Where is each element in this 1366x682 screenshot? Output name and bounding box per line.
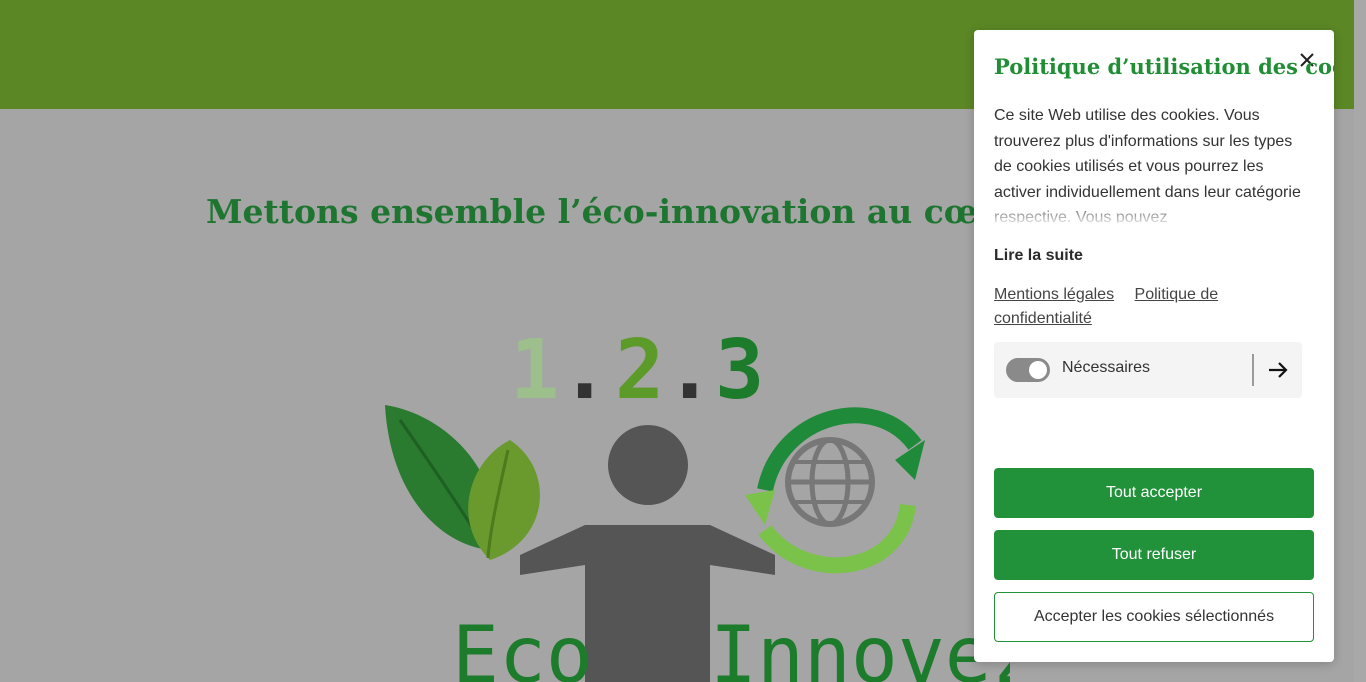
logo-digit-3: 3 — [715, 323, 764, 418]
toggle-knob — [1029, 361, 1047, 379]
logo-dot-2: . — [665, 323, 714, 418]
cookie-modal-title: Politique d’utilisation des cookies — [994, 54, 1334, 79]
accept-all-button[interactable]: Tout accepter — [994, 468, 1314, 518]
eco-innovez-logo: 1 . 2 . 3 Eco Innovez — [385, 323, 1010, 682]
category-divider — [1252, 354, 1254, 386]
legal-links: Mentions légales Politique de confidenti… — [994, 283, 1294, 331]
page-headline: Mettons ensemble l’éco-innovation au cœu… — [206, 192, 976, 231]
cookie-category-necessary: Nécessaires — [994, 342, 1302, 398]
necessary-toggle[interactable] — [1006, 358, 1050, 382]
cookie-consent-modal: Politique d’utilisation des cookies Ce s… — [974, 30, 1334, 662]
read-more-link[interactable]: Lire la suite — [994, 247, 1083, 265]
logo-word-innovez: Innovez — [710, 611, 1010, 682]
arrow-right-icon[interactable] — [1266, 358, 1290, 382]
globe-recycle-icon — [745, 407, 925, 574]
accept-selected-button[interactable]: Accepter les cookies sélectionnés — [994, 592, 1314, 642]
logo-word-eco: Eco — [452, 611, 593, 682]
reject-all-button[interactable]: Tout refuser — [994, 530, 1314, 580]
category-label: Nécessaires — [1062, 359, 1151, 376]
legal-notice-link[interactable]: Mentions légales — [994, 286, 1114, 303]
description-fade — [994, 200, 1304, 226]
logo-digit-1: 1 — [510, 323, 559, 418]
page-scrollbar[interactable] — [1354, 0, 1366, 682]
leaf-icon — [385, 405, 540, 560]
logo-dot-1: . — [560, 323, 609, 418]
logo-digit-2: 2 — [615, 323, 664, 418]
